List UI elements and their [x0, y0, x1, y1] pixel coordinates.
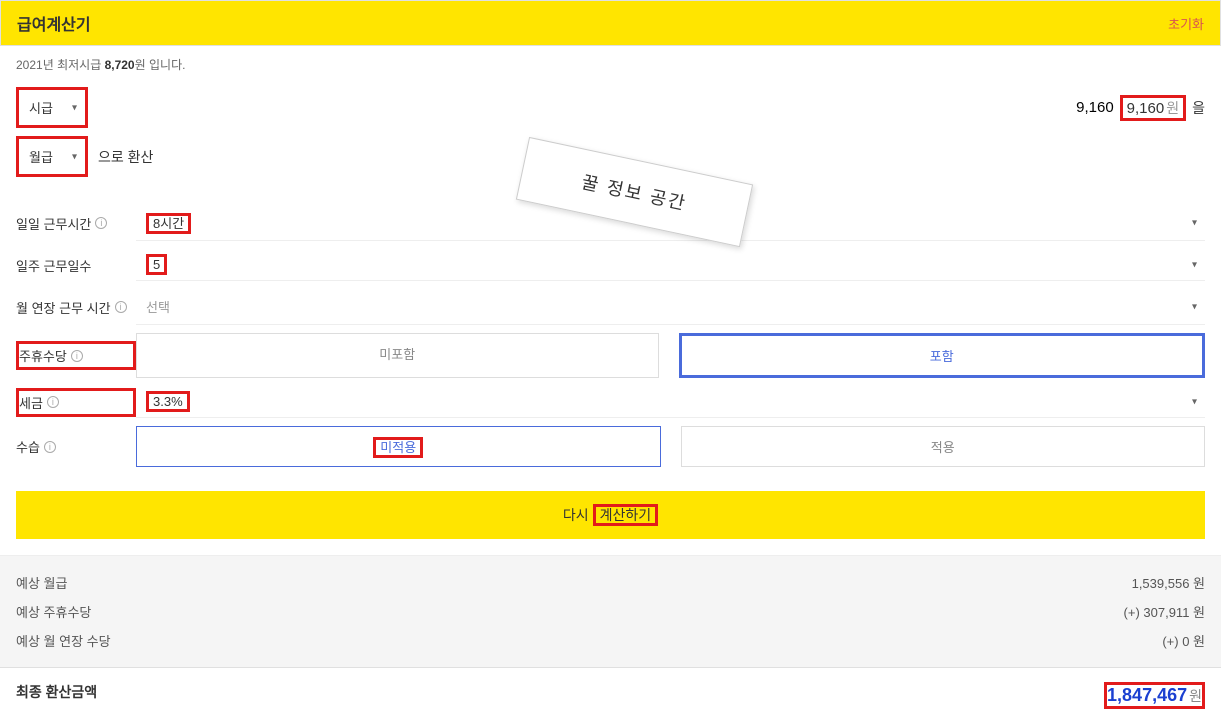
final-value: 1,847,467 [1107, 685, 1187, 705]
daily-hours-row: 일일 근무시간 i 8시간 [16, 205, 1205, 241]
pay-type-select[interactable]: 시급 [16, 87, 88, 128]
est-overtime-value: (+) 0 원 [1162, 631, 1205, 650]
week-days-label: 일주 근무일수 [16, 256, 91, 275]
probation-row: 수습 i 미적용 적용 [16, 426, 1205, 467]
info-icon[interactable]: i [71, 350, 83, 362]
probation-label: 수습 [16, 437, 40, 456]
tax-select[interactable]: 3.3% [136, 386, 1205, 418]
probation-on[interactable]: 적용 [681, 426, 1206, 467]
week-days-row: 일주 근무일수 5 [16, 249, 1205, 281]
est-holiday-value: (+) 307,911 원 [1124, 602, 1205, 621]
final-unit: 원 [1189, 688, 1202, 704]
convert-suffix: 으로 환산 [98, 147, 153, 167]
wage-input[interactable] [88, 91, 1120, 124]
est-overtime-label: 예상 월 연장 수당 [16, 631, 111, 650]
week-days-select[interactable]: 5 [136, 249, 1205, 281]
holiday-pay-include[interactable]: 포함 [679, 333, 1206, 378]
final-row: 최종 환산금액 1,847,467원 [0, 667, 1221, 723]
overtime-label: 월 연장 근무 시간 [16, 298, 111, 317]
wage-suffix: 을 [1192, 98, 1205, 118]
results-panel: 예상 월급 1,539,556 원 예상 주휴수당 (+) 307,911 원 예상… [0, 555, 1221, 667]
overtime-select[interactable]: 선택 [136, 289, 1205, 325]
reset-button[interactable]: 초기화 [1168, 14, 1204, 33]
page-title: 급여계산기 [17, 11, 91, 35]
holiday-pay-exclude[interactable]: 미포함 [136, 333, 659, 378]
info-icon[interactable]: i [44, 441, 56, 453]
daily-hours-label: 일일 근무시간 [16, 214, 91, 233]
wage-row: 시급 9,160 원 을 [16, 87, 1205, 128]
est-monthly-value: 1,539,556 원 [1132, 573, 1205, 592]
daily-hours-select[interactable]: 8시간 [136, 205, 1205, 241]
est-monthly-label: 예상 월급 [16, 573, 67, 592]
est-holiday-label: 예상 주휴수당 [16, 602, 91, 621]
wage-value-display: 9,160 [1127, 100, 1165, 117]
wage-unit: 원 [1166, 98, 1179, 118]
tax-row: 세금 i 3.3% [16, 386, 1205, 418]
convert-to-select[interactable]: 월급 [16, 136, 88, 177]
probation-off[interactable]: 미적용 [136, 426, 661, 467]
tax-label: 세금 [19, 393, 43, 412]
overtime-row: 월 연장 근무 시간 i 선택 [16, 289, 1205, 325]
holiday-pay-label: 주휴수당 [19, 346, 67, 365]
header-bar: 급여계산기 초기화 [0, 0, 1221, 46]
min-wage-note: 2021년 최저시급 8,720원 입니다. [0, 46, 1221, 83]
convert-row: 월급 으로 환산 [16, 136, 1205, 177]
info-icon[interactable]: i [95, 217, 107, 229]
calculate-button[interactable]: 다시 계산하기 [16, 491, 1205, 539]
holiday-pay-row: 주휴수당 i 미포함 포함 [16, 333, 1205, 378]
info-icon[interactable]: i [115, 301, 127, 313]
final-label: 최종 환산금액 [16, 682, 97, 709]
info-icon[interactable]: i [47, 396, 59, 408]
